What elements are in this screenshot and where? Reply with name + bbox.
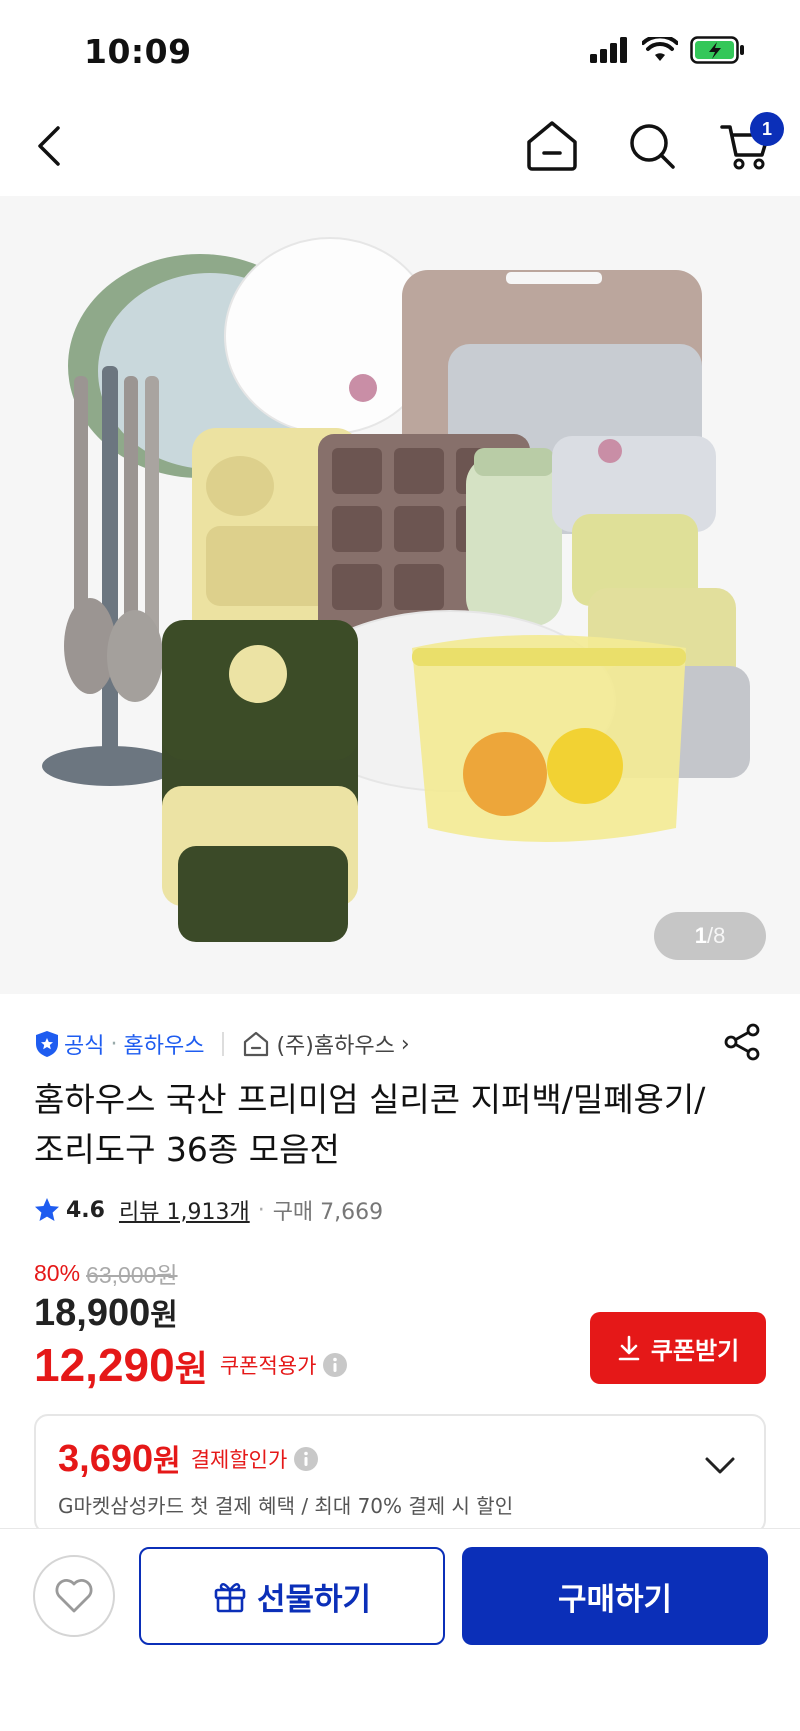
store-icon — [244, 1031, 269, 1057]
status-bar: 10:09 — [0, 0, 800, 100]
product-image-gallery[interactable]: 1/8 — [0, 196, 800, 994]
store-chevron-icon: › — [400, 1031, 410, 1057]
home-icon — [527, 121, 577, 171]
coupon-download-button[interactable]: 쿠폰받기 — [590, 1312, 766, 1384]
gift-button[interactable]: 선물하기 — [139, 1547, 445, 1645]
wishlist-button[interactable] — [33, 1555, 115, 1637]
back-button[interactable] — [12, 108, 88, 184]
card-discount-amount: 3,690원 — [58, 1436, 181, 1481]
bottom-action-bar: 선물하기 구매하기 — [0, 1528, 800, 1731]
coupon-price-row: 12,290원 쿠폰적용가 — [34, 1338, 348, 1392]
card-discount-panel[interactable]: 3,690원 결제할인가 G마켓삼성카드 첫 결제 혜택 / 최대 70% 결제… — [34, 1414, 766, 1534]
seller-row: 공식 · 홈하우스 (주)홈하우스 › — [34, 1023, 766, 1064]
back-icon — [38, 126, 60, 166]
search-button[interactable] — [614, 108, 690, 184]
product-title: 홈하우스 국산 프리미엄 실리콘 지퍼백/밀폐용기/조리도구 36종 모음전 — [34, 1080, 706, 1169]
sales-count: 구매 7,669 — [272, 1200, 384, 1225]
sale-price-amount: 18,900 — [34, 1292, 151, 1334]
store-name: (주)홈하우스 — [276, 1034, 395, 1059]
image-counter-current: 1 — [694, 923, 707, 948]
signal-icon — [590, 37, 627, 63]
card-discount-unit: 원 — [153, 1445, 181, 1478]
shield-check-icon — [36, 1031, 58, 1057]
info-icon[interactable] — [322, 1352, 348, 1378]
discount-row: 80% 63,000원 — [34, 1257, 178, 1289]
battery-icon — [690, 36, 744, 64]
seller-dot-separator: · — [110, 1031, 118, 1057]
store-link[interactable]: (주)홈하우스 › — [242, 1028, 410, 1060]
image-counter: 1/8 — [654, 912, 766, 960]
coupon-price-label: 쿠폰적용가 — [219, 1354, 317, 1378]
image-counter-total: 8 — [713, 923, 726, 948]
buy-button[interactable]: 구매하기 — [462, 1547, 768, 1645]
seller-name-link[interactable]: 홈하우스 — [123, 1028, 204, 1060]
top-navigation: 1 — [0, 108, 800, 184]
card-discount-description: G마켓삼성카드 첫 결제 혜택 / 최대 70% 결제 시 할인 — [58, 1494, 514, 1518]
discount-rate: 80% — [34, 1259, 81, 1286]
sale-price-unit: 원 — [150, 1299, 178, 1332]
coupon-button-label: 쿠폰받기 — [650, 1336, 740, 1365]
rating-row: 4.6 리뷰 1,913개 · 구매 7,669 — [34, 1190, 383, 1230]
review-count-link[interactable]: 리뷰 1,913개 — [119, 1194, 250, 1226]
info-icon[interactable] — [293, 1446, 319, 1472]
card-discount-label: 결제할인가 — [190, 1447, 288, 1472]
share-icon — [724, 1023, 760, 1061]
card-discount-price: 3,690원 결제할인가 — [58, 1436, 319, 1481]
sale-price: 18,900원 — [34, 1290, 178, 1335]
official-label: 공식 — [64, 1034, 105, 1059]
download-icon — [618, 1335, 640, 1361]
official-badge[interactable]: 공식 — [34, 1028, 104, 1060]
original-price: 63,000원 — [86, 1262, 178, 1288]
gift-button-label: 선물하기 — [256, 1581, 372, 1618]
rating-value: 4.6 — [66, 1197, 105, 1223]
buy-button-label: 구매하기 — [557, 1581, 673, 1618]
search-icon — [630, 124, 675, 169]
home-button[interactable] — [514, 108, 590, 184]
star-icon — [35, 1198, 59, 1221]
gift-icon — [214, 1583, 246, 1613]
rating-dot-separator: · — [257, 1197, 265, 1223]
coupon-price-amount: 12,290 — [34, 1339, 175, 1391]
divider — [222, 1032, 225, 1056]
status-time: 10:09 — [84, 32, 192, 71]
cart-button[interactable]: 1 — [708, 108, 784, 184]
coupon-price: 12,290원 — [34, 1338, 208, 1392]
card-discount-value: 3,690 — [58, 1438, 154, 1480]
product-detail-screen: 10:09 1 1 / 8 공식 · 홈하우스 (주)홈하우스 › 홈하우스 국… — [0, 0, 800, 1731]
status-icons — [590, 36, 746, 64]
heart-icon — [55, 1579, 93, 1613]
wifi-icon — [642, 37, 678, 61]
coupon-price-unit: 원 — [174, 1348, 208, 1389]
cart-count-badge: 1 — [750, 112, 784, 146]
chevron-down-icon[interactable] — [704, 1456, 736, 1476]
share-button[interactable] — [718, 1018, 766, 1066]
product-image — [42, 237, 750, 942]
